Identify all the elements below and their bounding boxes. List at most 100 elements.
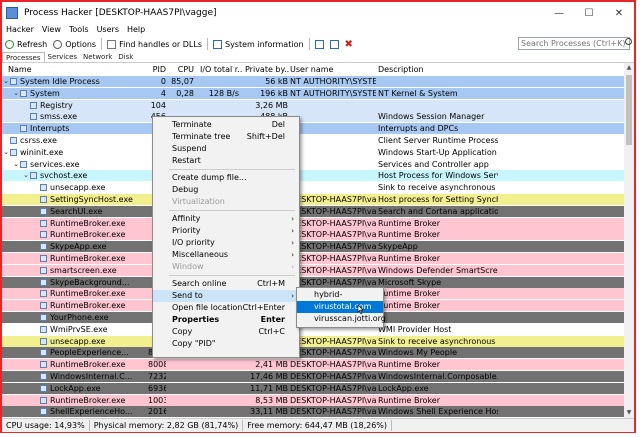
options-button[interactable]: Options [50,37,99,51]
table-row[interactable]: SkypeBackground...6DESKTOP-HAAS7PI\vagge… [2,276,624,288]
find-window-button[interactable] [327,37,342,51]
table-row[interactable]: ⌄ svchost.exe Host Process for Windows Ser… [2,170,624,182]
submenu-item-hybrid-analysis-com[interactable]: hybrid-analysis.com [297,289,383,311]
menu-item-terminate-tree[interactable]: Terminate tree Shift+Del [153,131,299,143]
terminate-button[interactable]: ✖ [342,37,356,51]
chevron-right-icon: › [291,215,294,223]
column-io-total[interactable]: I/O total r... [200,63,242,76]
search-icon[interactable] [625,38,632,45]
table-row[interactable]: RuntimeBroker.exe6DESKTOP-HAAS7PI\vaggeR… [2,253,624,264]
table-row[interactable]: RuntimeBroker.exe6DESKTOP-HAAS7PI\vaggeR… [2,229,624,241]
table-row[interactable]: LockApp.exe 6936 11,71 MB DESKTOP-HAAS7PI\v… [2,382,624,394]
tab-processes[interactable]: Processes [2,52,45,62]
minimize-button[interactable]: — [544,2,574,24]
menu-view[interactable]: View [38,24,65,36]
chevron-right-icon: › [291,239,294,247]
table-row[interactable]: SkypeApp.exe6DESKTOP-HAAS7PI\vaggeSkypeA… [2,241,624,253]
menu-item-label: Properties [172,315,220,324]
tab-network[interactable]: Network [80,52,115,62]
refresh-button[interactable]: Refresh [2,37,50,51]
menu-item-terminate[interactable]: Terminate Del [153,119,299,131]
close-button[interactable]: ✕ [604,2,634,24]
menu-item-suspend[interactable]: Suspend [153,143,299,155]
chevron-down-icon[interactable]: ⌄ [12,88,20,99]
process-description: Windows Start-Up Application [378,147,497,157]
table-row[interactable]: smartscreen.exe6DESKTOP-HAAS7PI\vaggeWin… [2,264,624,276]
window-title: Process Hacker [DESKTOP-HAAS7PI\vagge] [24,8,217,18]
scroll-up-arrow[interactable]: ▲ [624,63,634,73]
column-pid[interactable]: PID [148,63,166,76]
menu-item-create-dump-file[interactable]: Create dump file... [153,172,299,184]
process-private-bytes: 8,53 MB [255,395,288,405]
column-private-bytes[interactable]: Private by... [245,63,289,76]
process-description: NT Kernel & System [378,88,458,98]
submenu-item-virusscan-jotti-org[interactable]: virusscan.jotti.org [297,313,386,325]
chevron-down-icon[interactable]: ⌄ [2,76,10,87]
menu-tools[interactable]: Tools [65,24,93,36]
menu-item-affinity[interactable]: Affinity › [153,213,299,225]
process-icon [40,337,47,345]
column-user-name[interactable]: User name [290,63,376,76]
table-row[interactable]: SearchUI.exe6DESKTOP-HAAS7PI\vaggeSearch… [2,205,624,217]
menu-item-priority[interactable]: Priority › [153,225,299,237]
table-row[interactable]: smss.exe456488 kBWindows Session Manager [2,111,624,123]
menu-item-search-online[interactable]: Search online Ctrl+M [153,278,299,290]
options-label: Options [65,39,97,49]
menu-item-i-o-priority[interactable]: I/O priority › [153,237,299,249]
table-row[interactable]: unsecapp.exe DESKTOP-HAAS7PI\vaggeSink to… [2,335,624,347]
table-row[interactable]: ⌄ System Idle Process 0 85,07 56 kB NT AUTHOR… [2,76,624,87]
chevron-down-icon[interactable]: ⌄ [12,159,20,170]
process-user: NT AUTHORITY\SYSTEM [290,77,376,86]
table-row[interactable]: PeopleExperience...8004DESKTOP-HAAS7PI\v… [2,347,624,359]
table-row[interactable]: WindowsInternal.C... 7232 17,46 MB DESKTOP-… [2,371,624,382]
refresh-label: Refresh [17,39,48,49]
table-row[interactable]: RuntimeBroker.exe6DESKTOP-HAAS7PI\vaggeR… [2,217,624,229]
menu-item-debug[interactable]: Debug [153,184,299,196]
maximize-button[interactable]: ☐ [574,2,604,24]
menu-separator [169,210,295,211]
system-information-button[interactable]: System information [210,37,307,51]
scroll-down-arrow[interactable]: ▼ [624,408,634,418]
table-row[interactable]: ⌄ services.exe Services and Controller app [2,158,624,170]
table-row[interactable]: unsecapp.exe4Sink to receive asynchronou… [2,182,624,194]
menu-hacker[interactable]: Hacker [2,24,38,36]
process-icon [40,349,47,357]
menu-item-copy-pid[interactable]: Copy "PID" [153,338,299,350]
scroll-thumb[interactable] [626,75,632,145]
table-row[interactable]: RuntimeBroker.exe 10032 8,53 MBDESKTOP-HAA… [2,394,624,406]
menu-item-copy[interactable]: Copy Ctrl+C [153,326,299,338]
search-input[interactable] [518,37,630,50]
chevron-down-icon[interactable]: ⌄ [22,170,30,181]
find-handles-button[interactable]: Find handles or DLLs [104,37,205,51]
column-name[interactable]: Name [8,63,148,76]
menu-item-restart[interactable]: Restart [153,155,299,167]
column-description[interactable]: Description [378,63,498,76]
chart-icon [212,39,222,49]
process-cpu: 85,07 [171,77,194,86]
window-properties-button[interactable] [312,37,327,51]
process-name: unsecapp.exe [50,183,106,193]
chevron-down-icon[interactable]: ⌄ [2,147,10,158]
table-row[interactable]: csrss.exe Client Server Runtime Process [2,135,624,146]
table-row[interactable]: ShellExperienceHo... 2016 33,11 MB DESKTOP-… [2,406,624,418]
table-row[interactable]: ⌄ System 4 0,28 128 B/s 196 kB NT AUTHORITY\SY… [2,87,624,99]
column-cpu[interactable]: CPU [170,63,194,76]
menu-item-send-to[interactable]: Send to › [153,290,299,302]
menu-item-open-file-location[interactable]: Open file location Ctrl+Enter [153,302,299,314]
table-row[interactable]: RuntimeBroker.exe 8008 2,41 MB DESKTOP-HAAS… [2,359,624,371]
table-row[interactable]: Interrupts Interrupts and DPCs [2,123,624,135]
process-pid: 2016 [148,407,166,417]
menu-item-properties[interactable]: Properties Enter [153,314,299,326]
tab-disk[interactable]: Disk [115,52,136,62]
menu-users[interactable]: Users [93,24,123,36]
vertical-scrollbar[interactable]: ▲ ▼ [624,63,634,418]
table-row[interactable]: Registry 104 3,26 MB [2,99,624,111]
table-row[interactable]: ⌄ wininit.exe Windows Start-Up Application [2,146,624,158]
submenu-item-virustotal-com[interactable]: virustotal.com [297,301,383,313]
tab-services[interactable]: Services [45,52,81,62]
process-icon [40,302,47,310]
menu-item-miscellaneous[interactable]: Miscellaneous › [153,249,299,261]
process-name: PeopleExperience... [50,348,129,358]
menu-help[interactable]: Help [123,24,149,36]
table-row[interactable]: SettingSyncHost.exe6DESKTOP-HAAS7PI\vagg… [2,194,624,205]
